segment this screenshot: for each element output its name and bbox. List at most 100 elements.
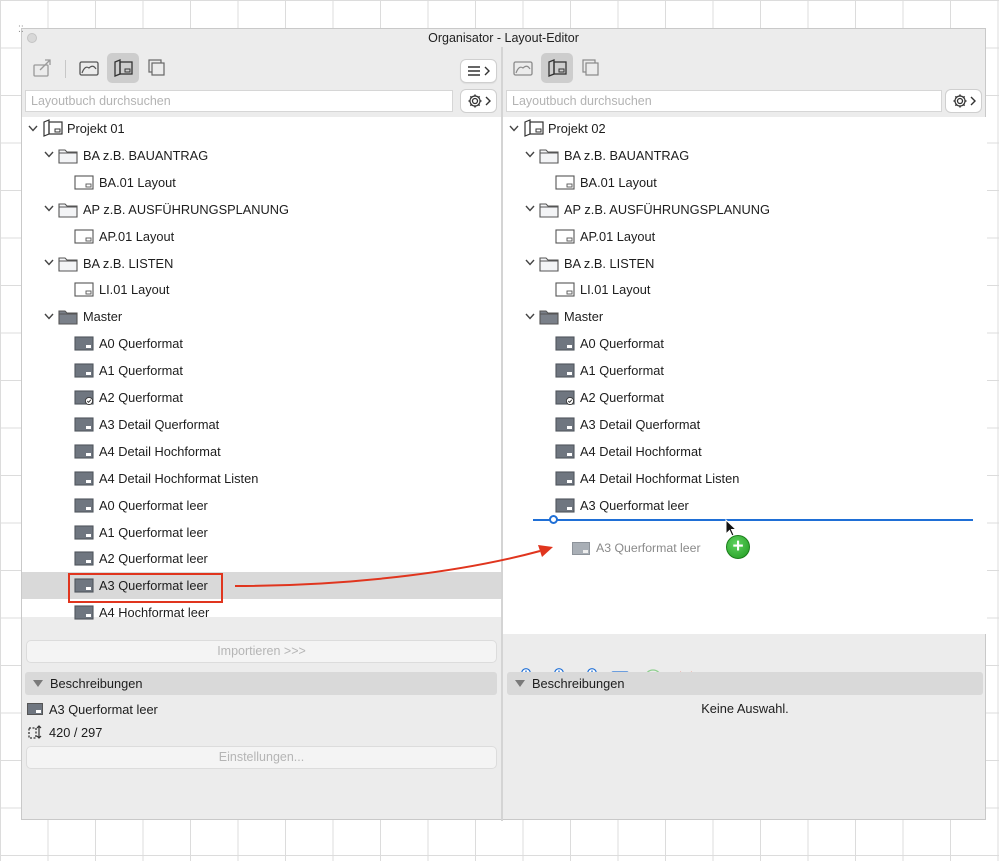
tree-item[interactable]: A0 Querformat (22, 330, 501, 357)
chevron-down-icon[interactable] (525, 150, 535, 160)
tree-item[interactable]: BA.01 Layout (503, 169, 987, 196)
tree-item[interactable]: A4 Detail Hochformat Listen (22, 465, 501, 492)
gear-icon (953, 94, 966, 108)
left-descriptions-label: Beschreibungen (50, 676, 143, 691)
chevron-down-icon[interactable] (525, 311, 535, 321)
drag-ghost: A3 Querformat leer (572, 536, 701, 560)
tree-item[interactable]: A3 Detail Querformat (503, 411, 987, 438)
tree-root[interactable]: Projekt 02 (503, 115, 987, 142)
tree-item[interactable]: A0 Querformat (503, 330, 987, 357)
tree-item[interactable]: A1 Querformat (503, 357, 987, 384)
chevron-down-icon[interactable] (44, 150, 54, 160)
tree-item[interactable]: A4 Detail Hochformat (22, 438, 501, 465)
tree-item[interactable]: A4 Detail Hochformat (503, 438, 987, 465)
right-search-input[interactable]: Layoutbuch durchsuchen (506, 90, 942, 112)
chevron-down-icon[interactable] (509, 123, 519, 133)
settings-button[interactable]: Einstellungen... (26, 746, 497, 769)
tree-folder[interactable]: AP z.B. AUSFÜHRUNGSPLANUNG (503, 196, 987, 223)
right-toolbar (503, 51, 987, 83)
right-descriptions-header[interactable]: Beschreibungen (507, 672, 983, 695)
window-close-button[interactable] (27, 33, 37, 43)
tree-item-label: A2 Querformat (580, 390, 664, 405)
annotation-highlight-box (68, 573, 223, 603)
import-button[interactable]: Importieren >>> (26, 640, 497, 663)
tree-item[interactable]: A4 Detail Hochformat Listen (503, 465, 987, 492)
right-gear-button[interactable] (945, 89, 982, 113)
layout-icon (74, 229, 94, 247)
chevron-right-icon (485, 96, 491, 106)
tree-item[interactable]: LI.01 Layout (503, 276, 987, 303)
chevron-down-icon[interactable] (525, 204, 535, 214)
folder-icon (539, 148, 559, 167)
folder-icon (58, 202, 78, 221)
layout-book-icon[interactable] (541, 53, 573, 83)
disclosure-triangle-icon (515, 680, 525, 687)
layout-book-icon[interactable] (107, 53, 139, 83)
layout-book-icon (42, 119, 64, 140)
tree-item-label: AP z.B. AUSFÜHRUNGSPLANUNG (83, 201, 289, 217)
tree-item-label: BA z.B. BAUANTRAG (564, 147, 690, 163)
tree-item[interactable]: A2 Querformat leer (22, 545, 501, 572)
tree-item-label: A0 Querformat leer (99, 497, 208, 513)
master-layout-icon (555, 363, 575, 381)
master-layout-icon (74, 363, 94, 381)
layout-icon (555, 229, 575, 247)
tree-item[interactable]: A1 Querformat (22, 357, 501, 384)
folder-icon (539, 202, 559, 221)
layout-icon (74, 175, 94, 193)
publisher-sets-icon[interactable] (575, 53, 607, 83)
left-descriptions-header[interactable]: Beschreibungen (25, 672, 497, 695)
tree-item[interactable]: A3 Querformat leer (503, 492, 987, 519)
tree-folder[interactable]: Master (503, 303, 987, 330)
tree-folder[interactable]: BA z.B. LISTEN (503, 250, 987, 277)
left-gear-button[interactable] (460, 89, 497, 113)
tree-item-label: Projekt 01 (67, 121, 125, 136)
tree-folder[interactable]: Master (22, 303, 501, 330)
tree-item[interactable]: A4 Hochformat leer (22, 599, 501, 626)
tree-folder[interactable]: BA z.B. LISTEN (22, 250, 501, 277)
layout-editor-window: Organisator - Layout-Editor ⁚⁚ Layoutbuc… (18, 24, 987, 821)
master-layout-icon (74, 471, 94, 489)
master-layout-icon (555, 444, 575, 462)
resize-grip-icon[interactable]: ⁚⁚ (18, 24, 28, 34)
tree-item[interactable]: LI.01 Layout (22, 276, 501, 303)
master-layout-icon (74, 551, 94, 569)
tree-folder[interactable]: BA z.B. BAUANTRAG (22, 142, 501, 169)
tree-folder[interactable]: BA z.B. BAUANTRAG (503, 142, 987, 169)
chevron-down-icon[interactable] (525, 258, 535, 268)
drop-indicator-line (533, 519, 973, 521)
left-search-input[interactable]: Layoutbuch durchsuchen (25, 90, 453, 112)
publisher-sets-icon[interactable] (141, 53, 173, 83)
chevron-down-icon[interactable] (28, 123, 38, 133)
tree-item[interactable]: A3 Detail Querformat (22, 411, 501, 438)
tree-folder[interactable]: AP z.B. AUSFÜHRUNGSPLANUNG (22, 196, 501, 223)
open-file-icon[interactable] (27, 53, 59, 83)
tree-item[interactable]: A1 Querformat leer (22, 519, 501, 546)
tree-item-label: A4 Detail Hochformat Listen (580, 470, 740, 486)
tree-item[interactable]: AP.01 Layout (503, 223, 987, 250)
tree-item[interactable]: AP.01 Layout (22, 223, 501, 250)
chevron-down-icon[interactable] (44, 311, 54, 321)
chevron-down-icon[interactable] (44, 204, 54, 214)
hamburger-icon (468, 66, 480, 76)
left-layout-tree: Projekt 01 BA z.B. BAUANTRAG BA.01 Layout A… (22, 115, 501, 620)
menu-button[interactable] (460, 59, 497, 83)
tree-item[interactable]: A2 Querformat (503, 384, 987, 411)
master-layout-check-icon (555, 390, 575, 408)
project-map-icon[interactable] (507, 53, 539, 83)
master-layout-icon (74, 417, 94, 435)
project-map-icon[interactable] (73, 53, 105, 83)
chevron-right-icon (970, 96, 976, 106)
tree-root[interactable]: Projekt 01 (22, 115, 501, 142)
chevron-right-icon (484, 66, 490, 76)
tree-item-label: A3 Detail Querformat (99, 416, 220, 432)
tree-item-label: A4 Detail Hochformat Listen (99, 470, 259, 486)
tree-item-label: AP.01 Layout (580, 228, 656, 244)
tree-item[interactable]: BA.01 Layout (22, 169, 501, 196)
right-descriptions-label: Beschreibungen (532, 676, 625, 691)
chevron-down-icon[interactable] (44, 258, 54, 268)
toolbar-separator (65, 60, 66, 78)
tree-item-label: A1 Querformat (99, 363, 183, 379)
tree-item[interactable]: A0 Querformat leer (22, 492, 501, 519)
tree-item[interactable]: A2 Querformat (22, 384, 501, 411)
